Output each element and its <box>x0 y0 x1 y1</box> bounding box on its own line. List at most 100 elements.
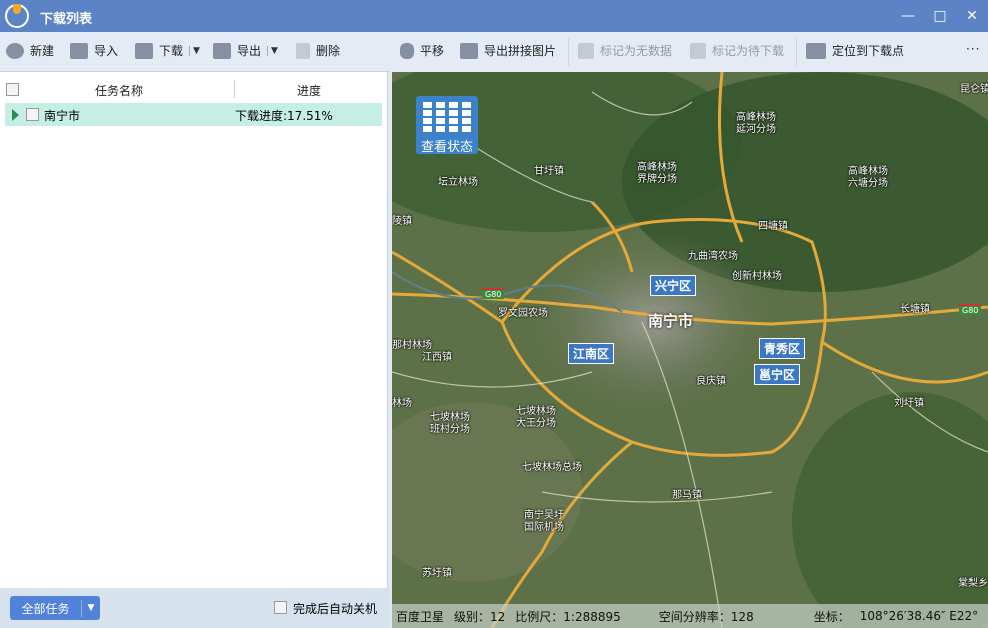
place-label: 七坡林场总场 <box>522 462 582 473</box>
export-stitched-button[interactable]: 导出拼接图片 <box>460 42 556 59</box>
plus-icon <box>6 42 24 59</box>
pan-button[interactable]: 平移 <box>400 42 444 59</box>
new-button[interactable]: 新建 <box>6 42 54 59</box>
place-label: 四塘镇 <box>758 221 788 232</box>
auto-shutdown-checkbox[interactable] <box>274 601 287 614</box>
import-label: 导入 <box>94 44 119 58</box>
place-label: 高峰林场 延河分场 <box>736 112 776 135</box>
delete-button[interactable]: 删除 <box>296 42 340 59</box>
task-progress: 下载进度:17.51% <box>235 109 333 123</box>
place-label: 罗文园农场 <box>498 308 548 319</box>
maximize-button[interactable]: □ <box>930 6 950 26</box>
map-source: 百度卫星 <box>396 609 445 624</box>
task-toolbar: 新建 导入 下载 ▼ 导出 ▼ 删除 <box>0 32 390 72</box>
column-progress: 进度 <box>297 84 322 98</box>
place-label: 苏圩镇 <box>422 568 452 579</box>
export-stitched-label: 导出拼接图片 <box>484 44 557 58</box>
coord-value: 108°26′38.46″ E22° <box>859 609 979 623</box>
task-list: 任务名称 进度 南宁市 下载进度:17.51% <box>0 72 388 588</box>
locate-button[interactable]: 定位到下载点 <box>806 42 904 59</box>
place-label: 那村林场 <box>392 340 432 351</box>
place-label: 那马镇 <box>672 490 702 501</box>
mark-pending-button[interactable]: 标记为待下载 <box>690 42 784 59</box>
app-logo-icon <box>5 4 29 28</box>
place-label: 棠梨乡 <box>958 578 988 589</box>
folder-import-icon <box>70 42 88 59</box>
place-label: 林场 <box>392 398 412 409</box>
coord-label: 坐标： <box>813 609 850 624</box>
spatial-resolution: 空间分辨率：128 <box>658 609 754 624</box>
place-label: 创新村林场 <box>732 271 782 282</box>
more-button[interactable]: ··· <box>966 42 980 56</box>
place-label: 坛立林场 <box>438 177 478 188</box>
delete-label: 删除 <box>316 44 341 58</box>
place-label: 良庆镇 <box>696 376 726 387</box>
highway-shield: G80 <box>959 304 982 315</box>
minimize-button[interactable]: — <box>898 6 918 26</box>
expand-arrow-icon[interactable] <box>12 109 19 121</box>
all-tasks-button[interactable]: 全部任务 ▼ <box>10 596 100 620</box>
download-icon <box>135 42 153 59</box>
district-label: 邕宁区 <box>754 364 801 385</box>
auto-shutdown-label: 完成后自动关机 <box>293 602 378 616</box>
place-label: 刘圩镇 <box>894 398 924 409</box>
map-view[interactable]: 查看状态 南宁市 兴宁区 江南区 青秀区 邕宁区 G80 G80 昆仑镇 高峰林… <box>392 72 988 628</box>
map-imagery <box>392 72 988 628</box>
mark-no-data-label: 标记为无数据 <box>600 44 673 58</box>
district-label: 江南区 <box>568 343 615 364</box>
district-label: 青秀区 <box>759 338 806 359</box>
locate-icon <box>806 42 826 59</box>
column-task-name: 任务名称 <box>95 84 144 98</box>
download-dropdown-icon[interactable]: ▼ <box>189 45 200 56</box>
map-toolbar: 平移 导出拼接图片 标记为无数据 标记为待下载 定位到下载点 ··· <box>390 32 988 72</box>
map-status-bar: 百度卫星 级别：12 比例尺：1:288895 空间分辨率：128 坐标： 10… <box>392 604 988 628</box>
place-label: 陵镇 <box>392 216 412 227</box>
hand-icon <box>400 42 414 59</box>
download-mark-icon <box>690 42 706 59</box>
image-export-icon <box>213 42 231 59</box>
view-status-button[interactable]: 查看状态 <box>416 96 478 155</box>
place-label: 七坡林场 班村分场 <box>430 412 470 435</box>
download-label: 下载 <box>159 44 184 58</box>
mark-no-data-button[interactable]: 标记为无数据 <box>578 42 672 59</box>
square-mark-icon <box>578 42 594 59</box>
download-button[interactable]: 下载 ▼ <box>135 42 200 59</box>
place-label: 高峰林场 界牌分场 <box>637 162 677 185</box>
locate-label: 定位到下载点 <box>832 44 905 58</box>
place-label: 长塘镇 <box>900 304 930 315</box>
toolbar-divider <box>796 38 797 66</box>
place-label: 高峰林场 六塘分场 <box>848 166 888 189</box>
close-button[interactable]: ✕ <box>962 6 982 26</box>
district-label: 兴宁区 <box>650 275 697 296</box>
title-bar: 下载列表 — □ ✕ <box>0 0 988 32</box>
pan-label: 平移 <box>420 44 445 58</box>
window-title: 下载列表 <box>40 12 93 27</box>
city-label: 南宁市 <box>648 312 694 330</box>
export-label: 导出 <box>237 44 262 58</box>
highway-shield: G80 <box>482 288 505 299</box>
toolbar-divider <box>568 38 569 66</box>
list-footer: 全部任务 ▼ 完成后自动关机 <box>0 588 390 628</box>
export-button[interactable]: 导出 ▼ <box>213 42 278 59</box>
task-list-header: 任务名称 进度 <box>0 80 388 100</box>
export-dropdown-icon[interactable]: ▼ <box>267 45 278 56</box>
trash-icon <box>296 42 310 59</box>
airport-label: 南宁吴圩 国际机场 <box>524 510 564 533</box>
place-label: 九曲湾农场 <box>688 251 738 262</box>
column-divider <box>234 80 235 98</box>
task-name: 南宁市 <box>44 109 81 123</box>
all-tasks-dropdown-icon[interactable]: ▼ <box>82 603 100 613</box>
zoom-level: 级别：12 <box>454 609 506 624</box>
import-button[interactable]: 导入 <box>70 42 118 59</box>
map-scale: 比例尺：1:288895 <box>515 609 621 624</box>
place-label: 江西镇 <box>422 352 452 363</box>
place-label: 昆仑镇 <box>960 84 988 95</box>
view-status-label: 查看状态 <box>420 140 473 155</box>
grid-icon <box>423 102 471 132</box>
task-row[interactable]: 南宁市 下载进度:17.51% <box>5 103 382 126</box>
place-label: 七坡林场 大王分场 <box>516 406 556 429</box>
task-checkbox[interactable] <box>26 108 39 121</box>
image-export-icon <box>460 42 478 59</box>
mark-pending-label: 标记为待下载 <box>712 44 785 58</box>
select-all-checkbox[interactable] <box>6 83 19 96</box>
